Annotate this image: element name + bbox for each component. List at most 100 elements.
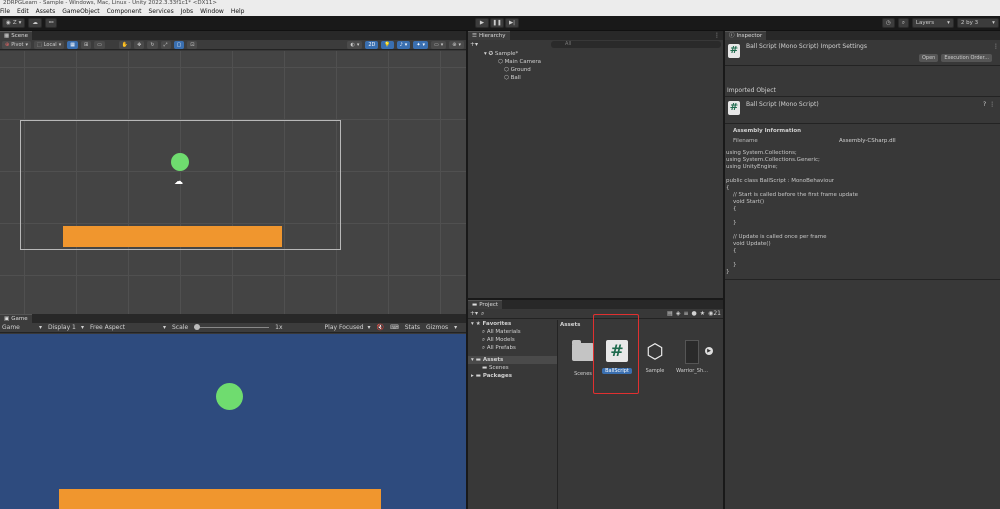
settings-icon[interactable]: ⋮: [989, 101, 995, 108]
collab-button[interactable]: ⚯: [44, 18, 58, 28]
game-view-dropdown[interactable]: Game ▾: [2, 324, 42, 331]
account-button[interactable]: ◉ Z ▾: [2, 18, 26, 28]
pause-button[interactable]: ❚❚: [490, 18, 504, 28]
favorites-item[interactable]: ⌕ All Materials: [468, 328, 557, 336]
game-viewport[interactable]: [0, 334, 466, 509]
filter-log-button[interactable]: ≡: [683, 310, 688, 317]
project-item-ballscript[interactable]: # BallScript: [602, 340, 632, 378]
audio-toggle[interactable]: ♪ ▾: [396, 40, 411, 49]
play-button[interactable]: ▶: [475, 18, 489, 28]
more-icon[interactable]: ⋮: [714, 31, 723, 40]
camera-dropdown[interactable]: ▭ ▾: [431, 40, 447, 49]
gizmos-dropdown[interactable]: ⊕ ▾: [449, 40, 464, 49]
layout-dropdown[interactable]: 2 by 3 ▾: [956, 18, 999, 28]
tab-scene[interactable]: ▦ Scene: [0, 31, 32, 40]
scene-panel: ▦ Scene ⊕ Pivot ▾ ⬚ Local ▾ ▦ ⊞ ▭ ✋ ✥ ↻ ⤢ ▢ ⊡…: [0, 31, 466, 314]
menu-component[interactable]: Component: [107, 7, 142, 16]
expand-arrow-icon[interactable]: ▾: [471, 321, 474, 327]
menu-jobs[interactable]: Jobs: [181, 7, 193, 16]
history-button[interactable]: ◷: [882, 18, 895, 28]
lighting-toggle[interactable]: 💡: [381, 40, 394, 49]
favorites-node[interactable]: ▾ ★ Favorites: [468, 320, 557, 328]
rect-tool[interactable]: ▢: [173, 40, 185, 49]
grid-icon: ▦: [70, 41, 75, 48]
favorites-item[interactable]: ⌕ All Models: [468, 336, 557, 344]
play-preview-icon[interactable]: ▶: [705, 347, 713, 355]
favorite-button[interactable]: ★: [700, 310, 705, 317]
ball-sprite[interactable]: [171, 153, 189, 171]
hierarchy-item-main-camera[interactable]: ⬡ Main Camera: [468, 58, 723, 66]
hand-tool[interactable]: ✋: [118, 40, 132, 49]
header-menu-icon[interactable]: ⋮: [993, 43, 999, 50]
scenes-node[interactable]: ▬ Scenes: [468, 364, 557, 372]
tab-project[interactable]: ▬ Project: [468, 300, 503, 309]
package-button[interactable]: ●: [691, 310, 696, 317]
slider-thumb[interactable]: [194, 324, 201, 330]
expand-arrow-icon[interactable]: ▾: [484, 51, 487, 57]
search-icon: ⌕: [482, 345, 486, 351]
pivot-dropdown[interactable]: ⊕ Pivot ▾: [2, 40, 31, 49]
step-button[interactable]: ▶|: [505, 18, 519, 28]
rotate-tool[interactable]: ↻: [147, 40, 158, 49]
menu-edit[interactable]: Edit: [17, 7, 29, 16]
grid-snap-button[interactable]: ▦: [67, 40, 78, 49]
menu-services[interactable]: Services: [148, 7, 173, 16]
search-button[interactable]: ⌕: [897, 18, 909, 28]
shortcuts-button[interactable]: ⌨: [390, 324, 399, 331]
hierarchy-item-ball[interactable]: ⬡ Ball: [468, 74, 723, 82]
menu-help[interactable]: Help: [231, 7, 245, 16]
open-button[interactable]: Open: [919, 54, 939, 62]
hidden-count[interactable]: ◉21: [708, 310, 721, 317]
execution-order-button[interactable]: Execution Order...: [941, 54, 993, 62]
tab-hierarchy[interactable]: ☰ Hierarchy: [468, 31, 510, 40]
project-item-sample[interactable]: ⬡ Sample: [640, 340, 670, 378]
menu-assets[interactable]: Assets: [36, 7, 56, 16]
list-icon: ☰: [472, 32, 477, 39]
project-item-warrior-sheet[interactable]: Warrior_Sh...: [674, 340, 710, 378]
add-button[interactable]: +▾: [470, 41, 478, 48]
project-breadcrumb[interactable]: Assets: [560, 321, 723, 329]
transform-tool[interactable]: ⊡: [187, 40, 198, 49]
filter-label-button[interactable]: ◈: [676, 310, 681, 317]
menu-file[interactable]: File: [0, 7, 10, 16]
packages-node[interactable]: ▸ ▬ Packages: [468, 372, 557, 380]
assets-node[interactable]: ▾ ▬ Assets: [468, 356, 557, 364]
gizmos-chevron-icon[interactable]: ▾: [454, 324, 457, 331]
aspect-dropdown[interactable]: Free Aspect ▾: [90, 324, 166, 331]
mode-2d-toggle[interactable]: 2D: [365, 40, 379, 49]
ruler-button[interactable]: ▭: [94, 40, 105, 49]
search-icon[interactable]: ⌕: [481, 310, 484, 318]
stats-button[interactable]: Stats: [405, 324, 420, 331]
folder-icon: [572, 340, 594, 361]
scene-viewport[interactable]: ☁: [0, 51, 466, 314]
tab-game[interactable]: ▣ Game: [0, 314, 32, 323]
hierarchy-item-scene[interactable]: ▾ ✪ Sample*: [468, 50, 723, 58]
display-dropdown[interactable]: Display 1 ▾: [48, 324, 84, 331]
rotate-icon: ↻: [150, 41, 155, 48]
gizmos-button[interactable]: Gizmos: [426, 324, 448, 331]
move-tool[interactable]: ✥: [134, 40, 145, 49]
create-button[interactable]: +▾: [470, 310, 478, 317]
cloud-button[interactable]: ☁: [28, 18, 42, 28]
help-icon[interactable]: ?: [983, 101, 986, 108]
draw-mode-dropdown[interactable]: ◐ ▾: [347, 40, 363, 49]
expand-arrow-icon[interactable]: ▸: [471, 373, 474, 379]
scale-slider[interactable]: [194, 324, 270, 330]
hierarchy-search-input[interactable]: All: [551, 41, 721, 48]
expand-arrow-icon[interactable]: ▾: [471, 357, 474, 363]
layers-dropdown[interactable]: Layers ▾: [911, 18, 954, 28]
favorites-item[interactable]: ⌕ All Prefabs: [468, 344, 557, 352]
effects-toggle[interactable]: ✦ ▾: [413, 40, 429, 49]
hierarchy-item-ground[interactable]: ⬡ Ground: [468, 66, 723, 74]
filter-type-button[interactable]: ▤: [667, 310, 673, 317]
menu-gameobject[interactable]: GameObject: [62, 7, 99, 16]
snap-icon: ⊞: [83, 41, 89, 48]
scale-tool[interactable]: ⤢: [160, 40, 171, 49]
tab-inspector[interactable]: ⓘ Inspector: [725, 31, 767, 40]
play-focused-dropdown[interactable]: Play Focused ▾: [325, 324, 371, 331]
menu-window[interactable]: Window: [200, 7, 224, 16]
mute-audio-button[interactable]: 🔇: [377, 324, 384, 331]
local-dropdown[interactable]: ⬚ Local ▾: [34, 40, 65, 49]
snap-increment-button[interactable]: ⊞: [80, 40, 92, 49]
ground-sprite[interactable]: [63, 226, 282, 247]
